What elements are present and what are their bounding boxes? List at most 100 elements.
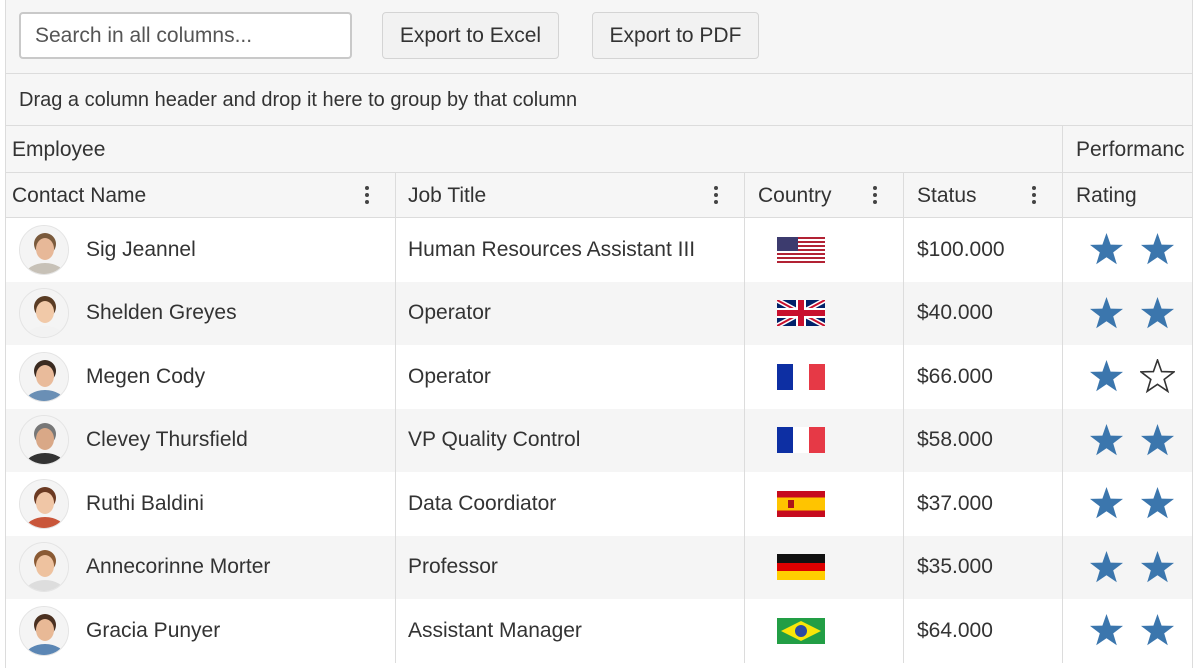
status-text: $66.000 <box>917 364 993 388</box>
rating-stars <box>1089 296 1175 331</box>
column-header-status[interactable]: Status <box>904 173 1063 218</box>
star-filled-icon[interactable] <box>1089 486 1124 521</box>
contact-name-text: Ruthi Baldini <box>86 491 204 515</box>
cell-country <box>745 472 904 536</box>
table-row[interactable]: Ruthi Baldini Data Coordiator $37.000 <box>6 472 1192 536</box>
status-text: $35.000 <box>917 555 993 579</box>
column-menu-icon[interactable] <box>871 184 879 206</box>
cell-contact-name: Sig Jeannel <box>6 218 396 282</box>
us-flag-icon <box>777 236 825 263</box>
star-filled-icon[interactable] <box>1140 550 1175 585</box>
column-menu-icon[interactable] <box>1030 184 1038 206</box>
cell-rating <box>1063 409 1192 473</box>
cell-rating <box>1063 599 1192 663</box>
star-filled-icon[interactable] <box>1089 359 1124 394</box>
column-header-label: Country <box>758 184 832 207</box>
avatar <box>19 415 69 466</box>
column-header-label: Contact Name <box>12 184 147 207</box>
cell-rating <box>1063 536 1192 600</box>
data-grid: Export to Excel Export to PDF Drag a col… <box>5 0 1193 668</box>
cell-contact-name: Annecorinne Morter <box>6 535 396 599</box>
contact-name-text: Sig Jeannel <box>86 237 196 261</box>
cell-contact-name: Clevey Thursfield <box>6 408 396 472</box>
star-filled-icon[interactable] <box>1089 550 1124 585</box>
group-by-hint: Drag a column header and drop it here to… <box>19 89 578 111</box>
de-flag-icon <box>777 554 825 581</box>
star-filled-icon[interactable] <box>1140 423 1175 458</box>
column-header-label: Job Title <box>408 184 487 207</box>
table-row[interactable]: Clevey Thursfield VP Quality Control $58.0… <box>6 408 1192 473</box>
rating-stars <box>1089 486 1175 521</box>
job-title-text: Data Coordiator <box>408 491 557 515</box>
cell-country <box>745 281 904 345</box>
column-header-label: Rating <box>1076 184 1137 207</box>
es-flag-icon <box>777 490 825 517</box>
cell-job-title: Operator <box>396 345 745 409</box>
export-excel-button[interactable]: Export to Excel <box>382 12 559 59</box>
table-row[interactable]: Gracia Punyer Assistant Manager $64.000 <box>6 599 1192 663</box>
rating-stars <box>1089 550 1175 585</box>
rating-stars <box>1089 423 1175 458</box>
cell-status: $37.000 <box>904 472 1063 536</box>
cell-rating <box>1063 345 1192 409</box>
cell-rating <box>1063 218 1192 282</box>
cell-job-title: Operator <box>396 281 745 345</box>
contact-name-text: Megen Cody <box>86 364 206 388</box>
table-row[interactable]: Sig Jeannel Human Resources Assistant III… <box>6 218 1192 282</box>
column-group-employee: Employee <box>6 126 1063 173</box>
column-header-country[interactable]: Country <box>745 173 904 218</box>
star-filled-icon[interactable] <box>1089 423 1124 458</box>
column-header-rating[interactable]: Rating <box>1063 173 1192 218</box>
star-filled-icon[interactable] <box>1140 296 1175 331</box>
job-title-text: Operator <box>408 364 491 388</box>
star-filled-icon[interactable] <box>1140 613 1175 648</box>
column-menu-icon[interactable] <box>712 184 720 206</box>
cell-contact-name: Shelden Greyes <box>6 281 396 345</box>
star-filled-icon[interactable] <box>1140 232 1175 267</box>
star-filled-icon[interactable] <box>1089 296 1124 331</box>
column-header-job-title[interactable]: Job Title <box>396 173 745 218</box>
star-filled-icon[interactable] <box>1089 613 1124 648</box>
rating-stars <box>1089 359 1175 394</box>
status-text: $37.000 <box>917 491 993 515</box>
search-input[interactable] <box>19 12 352 59</box>
star-filled-icon[interactable] <box>1089 232 1124 267</box>
group-by-panel[interactable]: Drag a column header and drop it here to… <box>6 74 1192 126</box>
cell-job-title: Data Coordiator <box>396 472 745 536</box>
contact-name-text: Shelden Greyes <box>86 301 237 325</box>
grid-toolbar: Export to Excel Export to PDF <box>6 0 1192 74</box>
table-row[interactable]: Megen Cody Operator $66.000 <box>6 345 1192 409</box>
column-group-performance: Performanc <box>1063 126 1192 173</box>
fr-flag-icon <box>777 427 825 454</box>
column-menu-icon[interactable] <box>363 184 371 206</box>
job-title-text: Operator <box>408 301 491 325</box>
cell-country <box>745 599 904 663</box>
job-title-text: Assistant Manager <box>408 618 582 642</box>
cell-status: $100.000 <box>904 218 1063 282</box>
job-title-text: Professor <box>408 555 498 579</box>
avatar <box>19 288 69 339</box>
status-text: $100.000 <box>917 237 1005 261</box>
star-empty-icon[interactable] <box>1140 359 1175 394</box>
table-row[interactable]: Annecorinne Morter Professor $35.000 <box>6 535 1192 600</box>
cell-job-title: Professor <box>396 535 745 599</box>
export-pdf-button[interactable]: Export to PDF <box>592 12 759 59</box>
cell-rating <box>1063 282 1192 346</box>
fr-flag-icon <box>777 363 825 390</box>
cell-country <box>745 345 904 409</box>
rating-stars <box>1089 613 1175 648</box>
star-filled-icon[interactable] <box>1140 486 1175 521</box>
table-row[interactable]: Shelden Greyes Operator $40.000 <box>6 281 1192 346</box>
gb-flag-icon <box>777 300 825 327</box>
avatar <box>19 605 69 656</box>
column-header-contact-name[interactable]: Contact Name <box>6 173 396 218</box>
job-title-text: VP Quality Control <box>408 428 581 452</box>
cell-rating <box>1063 472 1192 536</box>
cell-contact-name: Gracia Punyer <box>6 599 396 663</box>
cell-contact-name: Megen Cody <box>6 345 396 409</box>
contact-name-text: Clevey Thursfield <box>86 428 248 452</box>
column-header-label: Status <box>917 184 977 207</box>
cell-status: $64.000 <box>904 599 1063 663</box>
cell-job-title: VP Quality Control <box>396 408 745 472</box>
cell-contact-name: Ruthi Baldini <box>6 472 396 536</box>
